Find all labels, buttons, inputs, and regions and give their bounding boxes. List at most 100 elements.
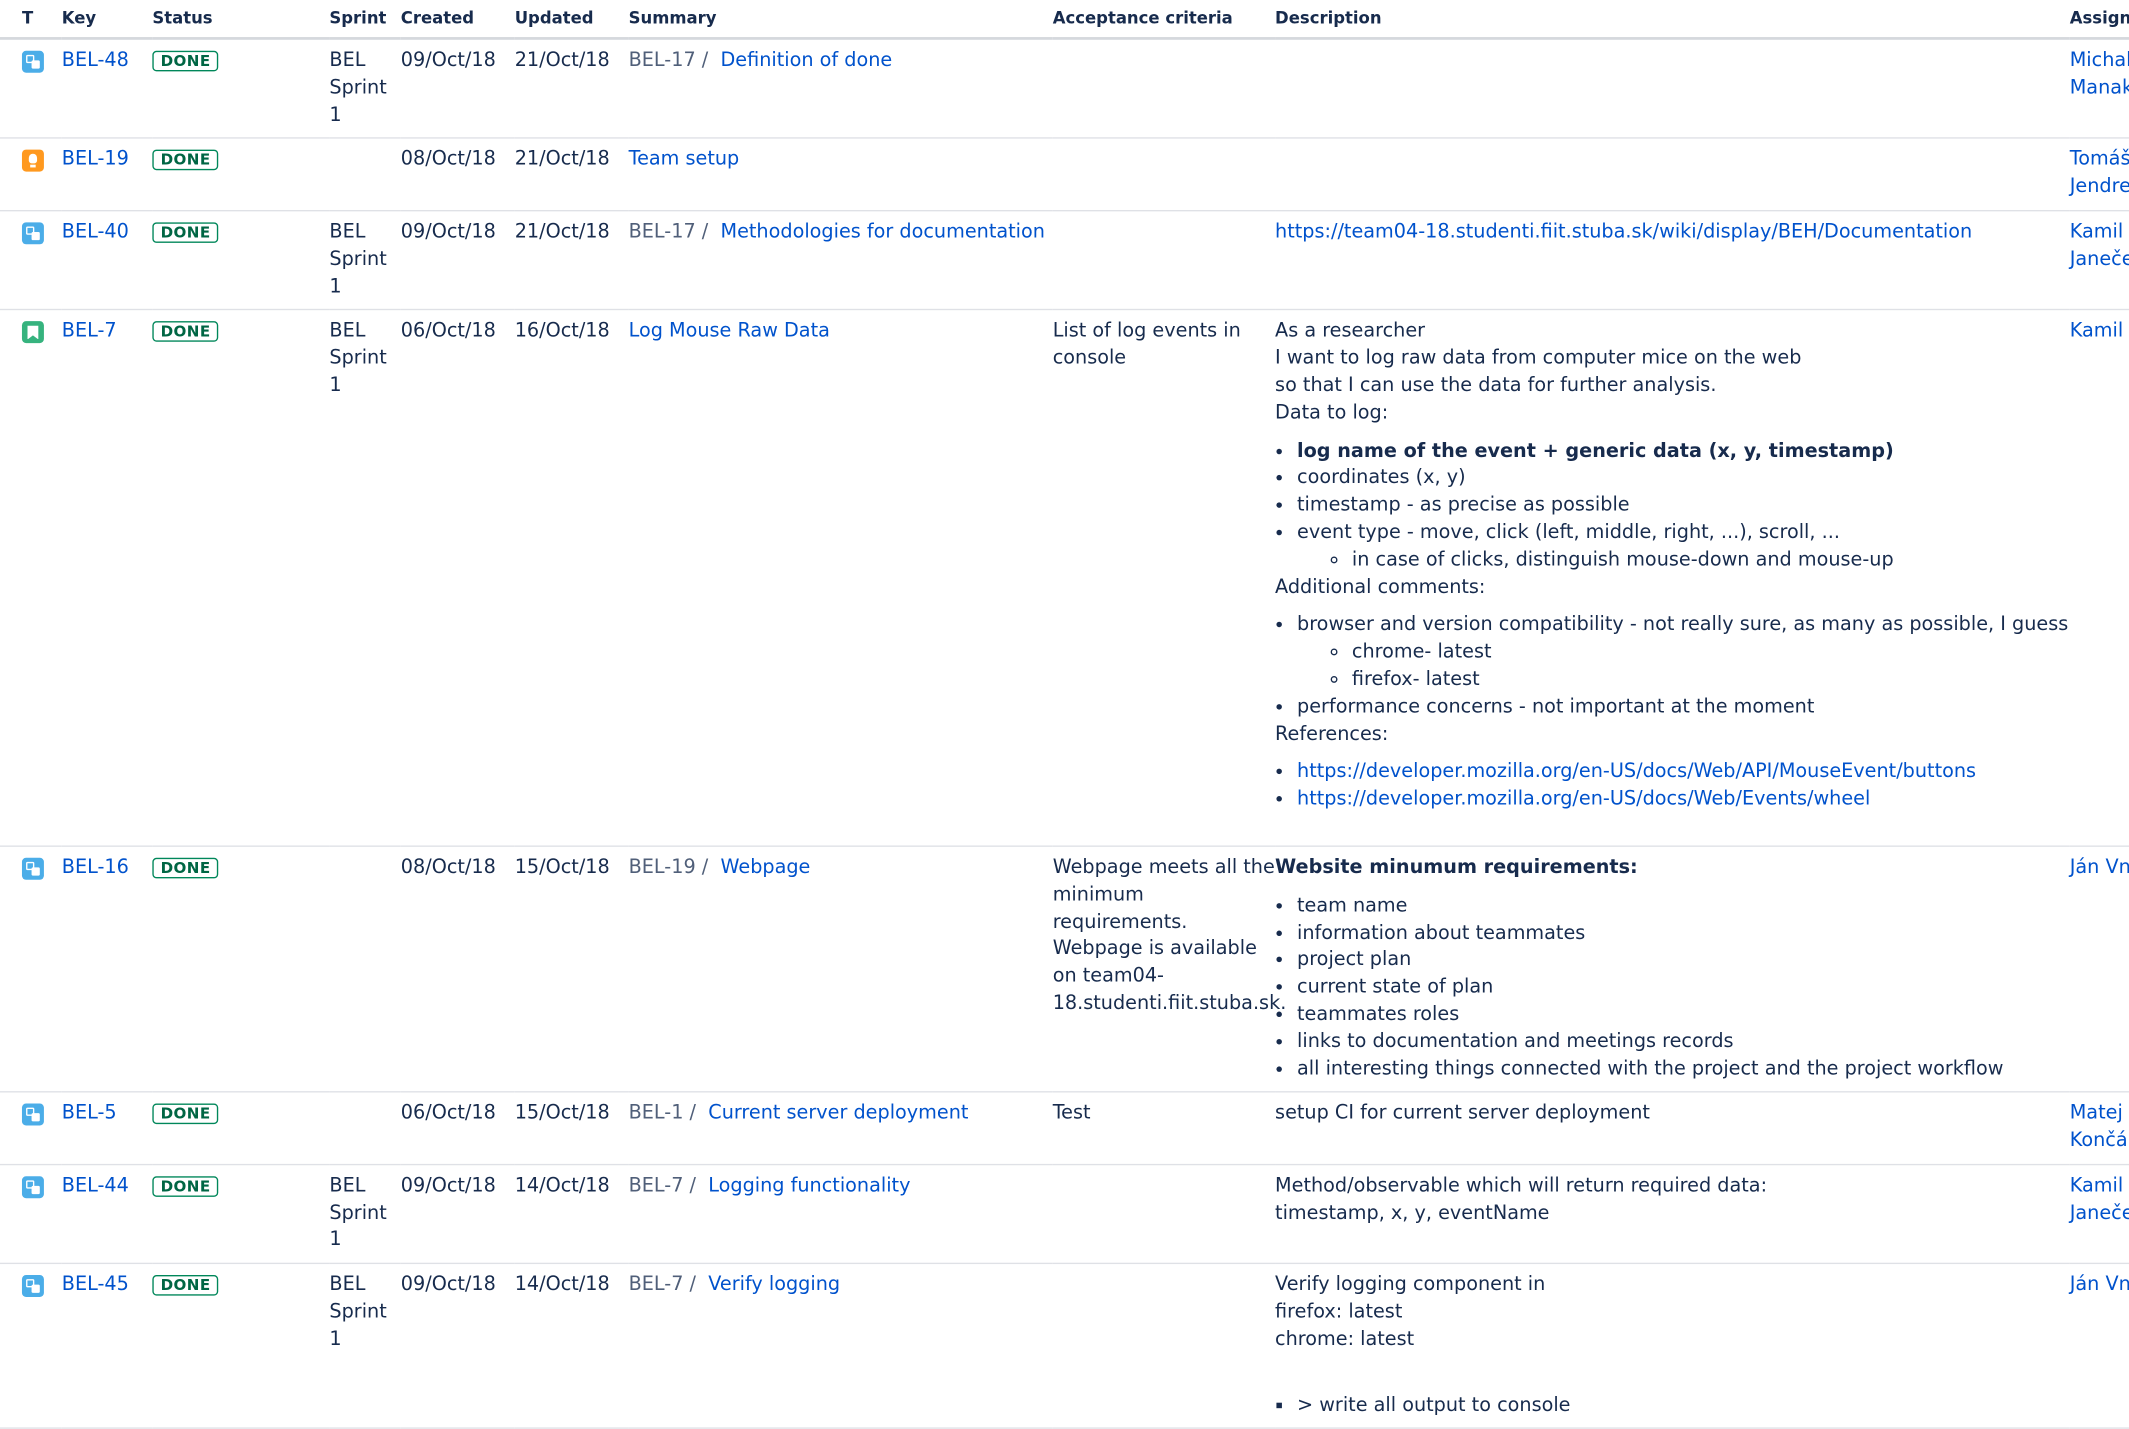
updated-date: 21/Oct/18 [514, 210, 629, 311]
status-badge: DONE [152, 1103, 219, 1125]
issue-table: T Key Status Sprint Created Updated Summ… [0, 0, 2129, 1429]
issue-key-link[interactable]: BEL-16 [62, 856, 129, 878]
summary-link[interactable]: Verify logging [708, 1274, 840, 1296]
table-row[interactable]: BEL-7 DONE BEL Sprint 1 06/Oct/18 16/Oct/1… [0, 310, 2129, 847]
description-cell: https://team04-18.studenti.fiit.stuba.sk… [1275, 210, 2070, 311]
sprint-cell: BEL Sprint 1 [329, 38, 401, 140]
acceptance-criteria-cell [1052, 38, 1276, 140]
story-icon [21, 321, 44, 344]
table-row[interactable]: BEL-16 DONE 08/Oct/18 15/Oct/18 BEL-19 /… [0, 846, 2129, 1093]
table-row[interactable]: BEL-45 DONE BEL Sprint 1 09/Oct/18 14/Oct/… [0, 1263, 2129, 1429]
status-badge: DONE [152, 1275, 219, 1297]
requirements-list: team name information about teammates pr… [1275, 893, 2070, 1083]
column-header-created[interactable]: Created [400, 0, 515, 40]
assignee-link[interactable]: Kamil E [2070, 319, 2129, 346]
description-cell [1275, 38, 2070, 140]
issue-key-link[interactable]: BEL-44 [62, 1175, 129, 1197]
issue-key-link[interactable]: BEL-5 [62, 1103, 117, 1125]
created-date: 08/Oct/18 [400, 846, 515, 1093]
assignee-cell: Kamil Janeče [2069, 1164, 2129, 1265]
column-header-status[interactable]: Status [152, 0, 330, 40]
table-row[interactable]: BEL-5 DONE 06/Oct/18 15/Oct/18 BEL-1 / C… [0, 1092, 2129, 1166]
parent-issue-link[interactable]: BEL-7 / [629, 1274, 696, 1296]
updated-date: 16/Oct/18 [514, 310, 629, 847]
updated-date: 15/Oct/18 [514, 1092, 629, 1166]
summary-link[interactable]: Methodologies for documentation [720, 221, 1044, 243]
column-header-type[interactable]: T [0, 0, 62, 40]
summary-link[interactable]: Definition of done [720, 49, 892, 71]
subtask-icon [21, 857, 44, 880]
issue-key-link[interactable]: BEL-40 [62, 221, 129, 243]
references-list: https://developer.mozilla.org/en-US/docs… [1275, 759, 2070, 813]
issue-key-link[interactable]: BEL-19 [62, 149, 129, 171]
status-badge: DONE [152, 222, 219, 243]
summary-link[interactable]: Logging functionality [708, 1175, 910, 1197]
updated-date: 14/Oct/18 [514, 1164, 629, 1265]
assignee-cell: Kamil Janeče [2069, 210, 2129, 311]
assignee-link[interactable]: Matej [2070, 1101, 2129, 1128]
column-header-acceptance-criteria[interactable]: Acceptance criteria [1052, 0, 1276, 40]
description-cell: setup CI for current server deployment [1275, 1092, 2070, 1166]
created-date: 09/Oct/18 [400, 1164, 515, 1265]
parent-issue-link[interactable]: BEL-17 / [629, 221, 709, 243]
column-header-summary[interactable]: Summary [628, 0, 1053, 40]
issue-key-link[interactable]: BEL-48 [62, 49, 129, 71]
parent-issue-link[interactable]: BEL-19 / [629, 856, 709, 878]
subtask-icon [21, 222, 44, 245]
acceptance-criteria-cell: List of log events in console [1052, 310, 1276, 847]
parent-issue-link[interactable]: BEL-7 / [629, 1175, 696, 1197]
parent-issue-link[interactable]: BEL-17 / [629, 49, 709, 71]
parent-issue-link[interactable]: BEL-1 / [629, 1103, 696, 1125]
table-row[interactable]: BEL-40 DONE BEL Sprint 1 09/Oct/18 21/Oct/… [0, 210, 2129, 311]
status-badge: DONE [152, 1176, 219, 1197]
column-header-sprint[interactable]: Sprint [329, 0, 401, 40]
table-row[interactable]: BEL-19 DONE 08/Oct/18 21/Oct/18 Team set… [0, 138, 2129, 212]
updated-date: 15/Oct/18 [514, 846, 629, 1093]
sprint-cell: BEL Sprint 1 [329, 310, 401, 847]
issue-key-link[interactable]: BEL-45 [62, 1274, 129, 1296]
created-date: 08/Oct/18 [400, 138, 515, 212]
acceptance-criteria-cell: Test [1052, 1092, 1276, 1166]
created-date: 06/Oct/18 [400, 310, 515, 847]
assignee-link[interactable]: Tomáš [2070, 147, 2129, 174]
description-cell [1275, 138, 2070, 212]
summary-link[interactable]: Log Mouse Raw Data [629, 320, 830, 342]
assignee-cell: TomášJendrej [2069, 138, 2129, 212]
created-date: 09/Oct/18 [400, 38, 515, 140]
summary-link[interactable]: Team setup [629, 149, 740, 171]
description-cell: Website minumum requirements: team name … [1275, 846, 2070, 1093]
status-badge: DONE [152, 321, 219, 343]
table-row[interactable]: BEL-48 DONE BEL Sprint 1 09/Oct/18 21/Oct/… [0, 38, 2129, 140]
column-header-updated[interactable]: Updated [514, 0, 629, 40]
sprint-cell: BEL Sprint 1 [329, 1164, 401, 1265]
updated-date: 21/Oct/18 [514, 38, 629, 140]
updated-date: 14/Oct/18 [514, 1263, 629, 1429]
description-cell: Method/observable which will return requ… [1275, 1164, 2070, 1265]
sprint-cell: BEL Sprint 1 [329, 210, 401, 311]
assignee-link[interactable]: Ján Vne [2070, 855, 2129, 882]
status-badge: DONE [152, 857, 219, 879]
acceptance-criteria-cell [1052, 1263, 1276, 1429]
column-header-key[interactable]: Key [61, 0, 153, 40]
created-date: 09/Oct/18 [400, 1263, 515, 1429]
column-header-description[interactable]: Description [1275, 0, 2070, 40]
assignee-link[interactable]: Michal [2070, 48, 2129, 75]
acceptance-criteria-cell: Webpage meets all the minimum requirements… [1052, 846, 1286, 1093]
assignee-link[interactable]: Ján Vne [2070, 1273, 2129, 1300]
issue-key-link[interactable]: BEL-7 [62, 320, 117, 342]
reference-link[interactable]: https://developer.mozilla.org/en-US/docs… [1297, 761, 1976, 783]
assignee-link[interactable]: Kamil [2070, 1173, 2129, 1200]
assignee-link[interactable]: Kamil [2070, 220, 2129, 247]
summary-link[interactable]: Webpage [720, 856, 810, 878]
column-header-assignee[interactable]: Assignee [2069, 0, 2129, 40]
improvement-icon [21, 150, 44, 173]
issue-list-page: T Key Status Sprint Created Updated Summ… [0, 0, 2129, 1429]
summary-link[interactable]: Current server deployment [708, 1103, 968, 1125]
reference-link[interactable]: https://developer.mozilla.org/en-US/docs… [1297, 788, 1870, 810]
table-row[interactable]: BEL-44 DONE BEL Sprint 1 09/Oct/18 14/Oct/… [0, 1164, 2129, 1265]
sprint-cell [329, 846, 401, 1093]
created-date: 06/Oct/18 [400, 1092, 515, 1166]
description-link[interactable]: https://team04-18.studenti.fiit.stuba.sk… [1275, 221, 1972, 243]
updated-date: 21/Oct/18 [514, 138, 629, 212]
description-cell: Verify logging component in firefox: late… [1275, 1263, 2070, 1429]
